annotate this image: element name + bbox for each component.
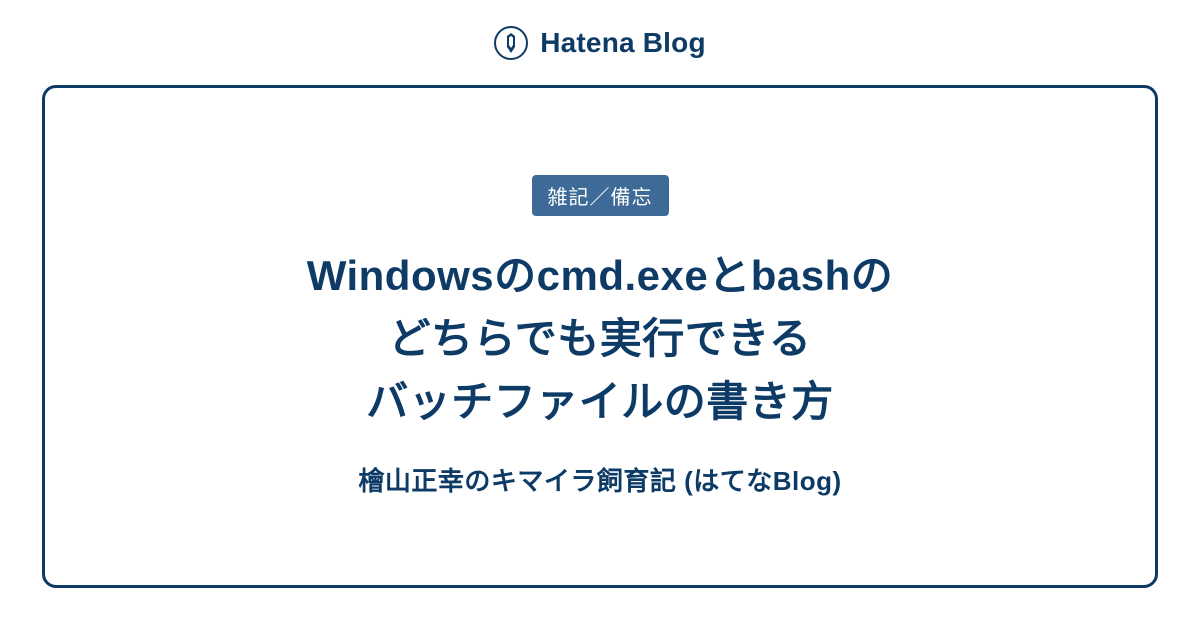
blog-name: 檜山正幸のキマイラ飼育記 (はてなBlog) bbox=[358, 461, 841, 498]
title-line: Windowsのcmd.exeとbashの bbox=[307, 244, 894, 307]
site-brand-name: Hatena Blog bbox=[540, 27, 706, 59]
title-line: バッチファイルの書き方 bbox=[307, 370, 894, 433]
site-header: Hatena Blog bbox=[0, 0, 1200, 85]
title-line: どちらでも実行できる bbox=[307, 307, 894, 370]
article-title: Windowsのcmd.exeとbashの どちらでも実行できる バッチファイル… bbox=[307, 244, 894, 433]
article-card: 雑記／備忘 Windowsのcmd.exeとbashの どちらでも実行できる バ… bbox=[42, 85, 1158, 588]
category-tag: 雑記／備忘 bbox=[532, 175, 669, 216]
hatena-logo-icon bbox=[494, 26, 528, 60]
